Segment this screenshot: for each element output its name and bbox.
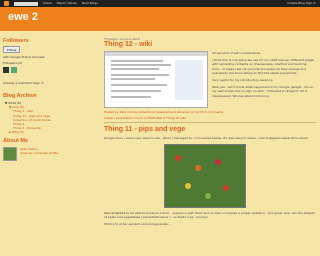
- sign-in-link[interactable]: Create Blog Sign In: [287, 0, 316, 7]
- about-me: Kate Collins View my complete profile: [3, 146, 101, 161]
- post-paragraph: Very useful for my introductory sessions…: [212, 78, 274, 83]
- follow-button[interactable]: Follow: [3, 46, 21, 53]
- post-body: Screenshot of wiki contributions. I thin…: [104, 51, 316, 108]
- screenshot-toolbar: [105, 52, 207, 56]
- post-paragraph: Screenshot of wiki contributions.: [212, 51, 262, 55]
- next-blog-link[interactable]: Next Blog»: [82, 0, 98, 7]
- follower-avatars: [3, 67, 101, 73]
- blogger-logo-icon[interactable]: [4, 1, 9, 6]
- followers-with-text: with Google Friend Connect: [3, 55, 45, 59]
- post-title[interactable]: Thing 11 - pips and vege: [104, 126, 316, 134]
- follower-avatar[interactable]: [3, 67, 9, 73]
- blogger-navbar: Share Report Abuse Next Blog» Create Blo…: [0, 0, 320, 7]
- post-paragraph: Was delighted to be able to produce a fo…: [104, 210, 315, 219]
- wiki-screenshot-image[interactable]: [104, 51, 208, 108]
- follower-avatar[interactable]: [11, 67, 17, 73]
- share-link[interactable]: Share: [43, 0, 52, 7]
- archive-title: Blog Archive: [3, 93, 37, 99]
- followers-count: Followers (2): [3, 61, 23, 65]
- blog-header: ewe 2: [0, 7, 320, 31]
- post-footer[interactable]: Posted by Kate Collins Collections Devel…: [104, 110, 316, 114]
- archive-list: ▼ 2010 (5) ▼ June (5) Thing 1 - wiki Thing …: [3, 101, 101, 135]
- profile-photo[interactable]: [3, 146, 17, 161]
- post-intro: Google Docs - some very easy to use - wh…: [104, 135, 309, 140]
- post-paragraph: Will try to order spinach and pomegranat…: [104, 221, 171, 226]
- report-abuse-link[interactable]: Report Abuse: [57, 0, 77, 7]
- main-content: Thursday, 24 June 2010 Thing 12 - wiki S…: [104, 35, 316, 256]
- followers-title: Followers: [3, 38, 29, 44]
- post-title[interactable]: Thing 12 - wiki: [104, 41, 316, 49]
- post-text: Screenshot of wiki contributions. I thin…: [212, 51, 316, 108]
- post-paragraph: Wait yes - don't know what happened to m…: [212, 85, 314, 98]
- post-paragraph: I think this is one place we use for our…: [212, 58, 315, 75]
- post-labels[interactable]: Labels: workstation forum in Staff Web 2…: [104, 116, 316, 120]
- view-profile-link[interactable]: View my complete profile: [20, 151, 58, 155]
- about-title: About Me: [3, 137, 29, 144]
- screenshot-side-panel: [175, 60, 203, 100]
- blog-title[interactable]: ewe 2: [8, 11, 38, 23]
- follow-row: Follow: [3, 46, 101, 53]
- navbar-search-input[interactable]: [14, 1, 38, 6]
- vegetable-photo[interactable]: [164, 143, 246, 208]
- already-member-link[interactable]: Already a member? Sign in: [3, 81, 101, 85]
- sidebar: Followers Follow with Google Friend Conn…: [3, 35, 101, 161]
- divider: [104, 122, 316, 123]
- archive-item[interactable]: ► May (3): [5, 130, 101, 134]
